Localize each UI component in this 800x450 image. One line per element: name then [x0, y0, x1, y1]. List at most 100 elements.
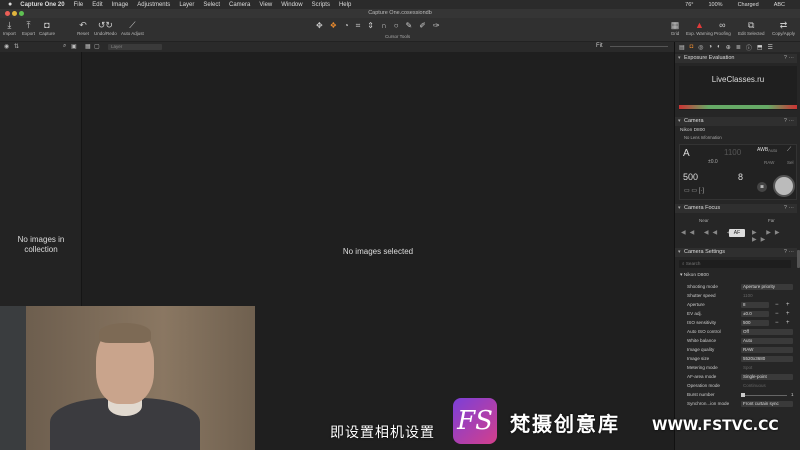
camera-settings-search[interactable]: ⌕ Search [679, 260, 791, 268]
camera-icon: ◘ [44, 20, 50, 30]
sort-icon[interactable]: ⇅ [14, 43, 19, 50]
menu-view[interactable]: View [259, 2, 272, 8]
library-tab-icon[interactable]: ▤ [679, 44, 685, 51]
menu-edit[interactable]: Edit [92, 2, 102, 8]
setting-row[interactable]: Shutter speed 1100 [687, 292, 797, 300]
menu-image[interactable]: Image [112, 2, 129, 8]
details-tab-icon[interactable]: ⊕ [726, 44, 731, 51]
cursor-tools-label: Cursor Tools [385, 34, 411, 39]
capture-shutter-button[interactable] [773, 175, 795, 197]
select-tool-icon[interactable]: ❖ [330, 21, 337, 31]
collapse-triangle-icon: ▾ [678, 55, 681, 61]
auto-adjust-button[interactable]: ⟋ Auto Adjust [121, 19, 144, 37]
spot-tool-icon[interactable]: ∩ [381, 21, 387, 31]
proofing-button[interactable]: ∞ Proofing [714, 19, 731, 36]
brush-tool-icon[interactable]: ✎ [406, 21, 413, 31]
setting-row[interactable]: Metering mode Spot [687, 364, 797, 372]
focus-near-buttons[interactable]: ◀◀ ◀◀ ◀ [681, 229, 735, 236]
zoom-window-button[interactable] [19, 11, 24, 16]
setting-row[interactable]: White balance Auto [687, 337, 797, 345]
lens-tab-icon[interactable]: ◎ [698, 44, 703, 51]
browser-empty-message: No images in collection [17, 235, 65, 254]
capture-tab-icon[interactable]: ◘ [690, 44, 694, 50]
output-tab-icon[interactable]: ⬒ [757, 44, 763, 51]
apple-menu-icon[interactable]: ● [8, 1, 12, 8]
menu-adjustments[interactable]: Adjustments [137, 2, 170, 8]
layers-tab-icon[interactable]: ≣ [736, 44, 741, 51]
annotate-tool-icon[interactable]: ✑ [433, 21, 440, 31]
watermark-url: WWW.FSTVC.CC [652, 418, 779, 434]
grid-view-icon[interactable]: ▣ [71, 43, 77, 50]
menu-file[interactable]: File [74, 2, 84, 8]
temperature-status: 76° [685, 1, 694, 8]
thumbnail-grid-icon[interactable]: ▦ [85, 43, 91, 50]
camera-settings-header[interactable]: ▾ Camera Settings ? ··· [675, 248, 797, 257]
battery-percent: 100% [708, 1, 723, 8]
exposure-warning-button[interactable]: ▲ Exp. Warning [686, 19, 713, 36]
setting-row[interactable]: Operation mode Continuous [687, 382, 797, 390]
zoom-slider[interactable] [610, 46, 668, 47]
batch-tab-icon[interactable]: ☰ [768, 44, 773, 51]
exposure-tab-icon[interactable]: ◐ [717, 44, 721, 50]
setting-row[interactable]: Aperture 8− + [687, 301, 797, 309]
menu-select[interactable]: Select [203, 2, 220, 8]
single-view-icon[interactable]: ▢ [94, 43, 100, 50]
menu-layer[interactable]: Layer [179, 2, 194, 8]
tool-panel: ▤ ◘ ◎ ◑ ◐ ⊕ ≣ ⓘ ⬒ ☰ ▾ Exposure Evaluatio… [674, 42, 800, 450]
focus-far-buttons[interactable]: ▶ ▶▶ ▶▶ [752, 229, 800, 243]
tool-tabs: ▤ ◘ ◎ ◑ ◐ ⊕ ≣ ⓘ ⬒ ☰ [675, 42, 800, 52]
copy-apply-button[interactable]: ⇄ Copy/Apply [772, 19, 795, 37]
section-menu-icon[interactable]: ? ··· [784, 54, 794, 63]
settings-group-nikon[interactable]: ▾ Nikon D800 [680, 273, 709, 278]
capture-button[interactable]: ◘ Capture [39, 19, 55, 36]
close-window-button[interactable] [5, 11, 10, 16]
menu-scripts[interactable]: Scripts [312, 2, 330, 8]
setting-row[interactable]: Synchron...ion mode Front curtain sync [687, 400, 797, 408]
setting-row[interactable]: Image quality RAW [687, 346, 797, 354]
minimize-window-button[interactable] [12, 11, 17, 16]
camera-focus-header[interactable]: ▾ Camera Focus ? ··· [675, 204, 797, 213]
keystone-tool-icon[interactable]: ⇕ [367, 21, 374, 31]
eye-icon[interactable]: ◉ [4, 43, 9, 50]
camera-model[interactable]: Nikon D800 [680, 128, 705, 133]
exposure-evaluation-header[interactable]: ▾ Exposure Evaluation ? ··· [675, 54, 797, 63]
export-button[interactable]: ⤒ Export [22, 19, 35, 37]
color-tab-icon[interactable]: ◑ [709, 44, 713, 50]
burst-slider-handle[interactable] [741, 393, 745, 397]
camera-header[interactable]: ▾ Camera ? ··· [675, 117, 797, 126]
shutter-readout: 1100 [724, 148, 742, 157]
edit-selected-button[interactable]: ⧉ Edit Selected [738, 19, 765, 37]
picker-tool-icon[interactable]: ✐ [419, 21, 426, 31]
menu-window[interactable]: Window [281, 2, 302, 8]
magic-wand-icon: ⟋ [129, 19, 136, 30]
input-source[interactable]: ABC [774, 2, 785, 8]
setting-row[interactable]: EV adj. ±0.0− + [687, 310, 797, 318]
grid-button[interactable]: ▦ Grid [669, 19, 681, 37]
layer-select[interactable]: Layer [108, 44, 162, 50]
zoom-fit-label[interactable]: Fit [596, 43, 603, 49]
metadata-tab-icon[interactable]: ⓘ [746, 43, 752, 52]
copy-apply-icon: ⇄ [779, 19, 788, 30]
undo-redo-button[interactable]: ↺↻ Undo/Redo [94, 19, 117, 37]
menu-camera[interactable]: Camera [229, 2, 250, 8]
import-button[interactable]: ⤓ Import [3, 19, 16, 37]
autofocus-button[interactable]: AF [729, 229, 745, 237]
loupe-tool-icon[interactable]: ◔ [344, 21, 349, 31]
circle-tool-icon[interactable]: ○ [394, 21, 399, 31]
pan-tool-icon[interactable]: ✥ [316, 21, 323, 31]
setting-row[interactable]: Image size 5520x3680 [687, 355, 797, 363]
app-menu[interactable]: Capture One 20 [20, 2, 64, 8]
eyedropper-icon[interactable]: ⟋ [787, 147, 791, 154]
setting-row[interactable]: Shooting mode Aperture priority [687, 283, 797, 291]
exposure-meter-bar [679, 105, 797, 109]
setting-row[interactable]: AF-area mode Single-point [687, 373, 797, 381]
setting-row[interactable]: Burst number 1 [687, 391, 797, 399]
search-icon[interactable]: ⌕ [63, 43, 66, 50]
menu-help[interactable]: Help [339, 2, 351, 8]
crop-tool-icon[interactable]: ⌗ [356, 21, 361, 31]
setting-row[interactable]: ISO sensitivity 500− + [687, 319, 797, 327]
burst-slider[interactable] [741, 395, 787, 396]
reset-button[interactable]: ↶ Reset [77, 19, 89, 37]
setting-row[interactable]: Auto ISO control Off [687, 328, 797, 336]
live-view-icon[interactable]: ◙ [757, 182, 767, 192]
